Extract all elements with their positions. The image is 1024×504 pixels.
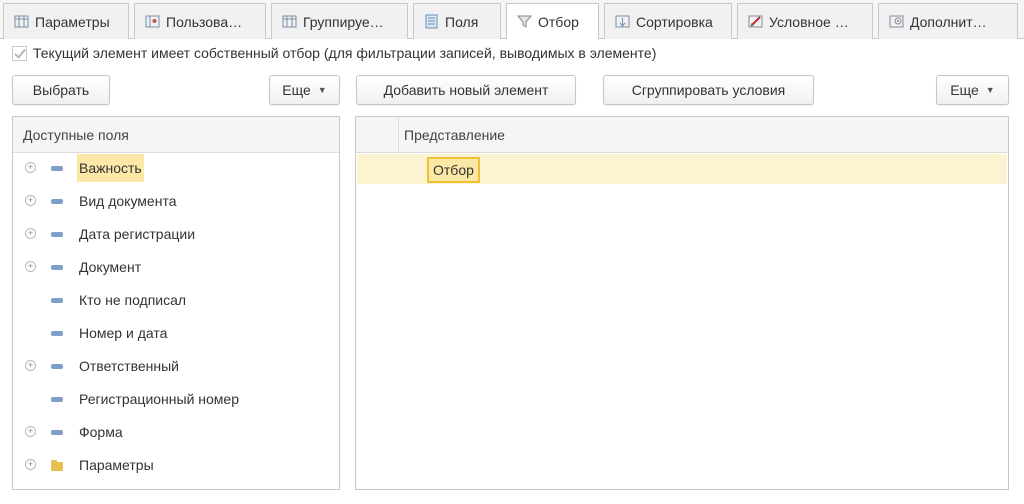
more-label: Еще [950,82,979,98]
field-icon [51,265,63,270]
representation-column-header: Представление [404,126,505,143]
expand-icon[interactable]: + [25,261,36,272]
field-icon [51,166,63,171]
tree-item-label: Форма [79,424,123,440]
group-conditions-label: Сгруппировать условия [631,82,786,98]
tab-bar: Параметры Пользова… Группируе… Поля Отбо… [0,0,1024,40]
chevron-down-icon: ▼ [317,85,327,95]
field-icon [51,298,63,303]
tree-item[interactable]: Регистрационный номер [13,385,339,413]
tab-user-fields[interactable]: Пользова… [134,3,266,39]
user-fields-icon [145,15,160,28]
field-icon [51,397,63,402]
expand-icon[interactable]: + [25,360,36,371]
tree-item[interactable]: + Вид документа [13,187,339,215]
tab-sort[interactable]: Сортировка [604,3,732,39]
expand-icon[interactable]: + [25,459,36,470]
more-label: Еще [282,82,311,98]
field-icon [51,331,63,336]
tab-grouping[interactable]: Группируе… [271,3,408,39]
tree-item[interactable]: + Важность [13,154,339,182]
conditional-format-icon [748,15,763,28]
tab-label: Отбор [538,13,579,30]
additional-icon [889,15,904,28]
tab-label: Группируе… [303,13,384,30]
table-row[interactable]: Отбор [357,154,1007,184]
filter-group-label: Отбор [433,162,474,178]
column-divider [398,117,399,153]
tab-label: Параметры [35,13,110,30]
tab-fields[interactable]: Поля [413,3,501,39]
available-fields-panel[interactable]: Доступные поля + Важность + Вид документа + Д… [12,116,340,490]
chevron-down-icon: ▼ [985,85,995,95]
tree-item-label: Ответственный [79,358,179,374]
right-more-button[interactable]: Еще ▼ [936,75,1009,105]
tab-label: Дополнит… [910,13,987,30]
filter-icon [517,15,532,28]
own-filter-checkbox[interactable] [12,45,27,61]
filter-grid[interactable]: Представление Отбор [355,116,1009,490]
available-fields-title: Доступные поля [23,126,129,143]
tree-item-label: Документ [79,259,142,275]
available-fields-header: Доступные поля [13,117,339,153]
own-filter-label: Текущий элемент имеет собственный отбор … [33,45,657,61]
tree-item-label: Вид документа [79,193,177,209]
group-conditions-button[interactable]: Сгруппировать условия [603,75,814,105]
tree-item[interactable]: + Ответственный [13,352,339,380]
tree-item[interactable]: + Дата регистрации [13,220,339,248]
tab-label: Поля [445,13,479,30]
tree-item[interactable]: + Форма [13,418,339,446]
sort-icon [615,15,630,28]
select-button[interactable]: Выбрать [12,75,110,105]
tree-item[interactable]: + Документ [13,253,339,281]
field-icon [51,199,63,204]
tree-item[interactable]: Номер и дата [13,319,339,347]
expand-icon[interactable]: + [25,228,36,239]
tree-item-label: Параметры [79,457,154,473]
field-icon [51,364,63,369]
tree-item-label: Кто не подписал [79,292,187,308]
select-button-label: Выбрать [32,82,90,98]
field-icon [51,430,63,435]
grouping-icon [282,15,297,28]
tab-label: Условное … [769,13,849,30]
expand-icon[interactable]: + [25,426,36,437]
left-more-button[interactable]: Еще ▼ [269,75,340,105]
tab-label: Пользова… [166,13,243,30]
tree-item[interactable]: + Параметры [13,451,339,479]
tab-parameters[interactable]: Параметры [3,3,129,39]
available-fields-tree: + Важность + Вид документа + Дата регистрации… [13,154,339,489]
tree-item[interactable]: Кто не подписал [13,286,339,314]
own-filter-row[interactable]: Текущий элемент имеет собственный отбор … [12,42,656,64]
tree-item-label: Регистрационный номер [79,391,239,407]
params-icon [14,15,29,28]
add-element-label: Добавить новый элемент [383,82,549,98]
tab-additional[interactable]: Дополнит… [878,3,1018,39]
fields-icon [425,14,438,29]
expand-icon[interactable]: + [25,195,36,206]
tree-item-label: Номер и дата [79,325,168,341]
filter-grid-header: Представление [356,117,1008,153]
tab-filter[interactable]: Отбор [506,3,599,40]
filter-group-cell[interactable]: Отбор [427,157,480,183]
expand-icon[interactable]: + [25,162,36,173]
field-icon [51,232,63,237]
tab-label: Сортировка [636,13,713,30]
add-element-button[interactable]: Добавить новый элемент [356,75,576,105]
tab-conditional-format[interactable]: Условное … [737,3,873,39]
folder-icon [51,460,63,471]
tree-item-label: Дата регистрации [79,226,196,242]
tree-item-label: Важность [77,154,144,182]
